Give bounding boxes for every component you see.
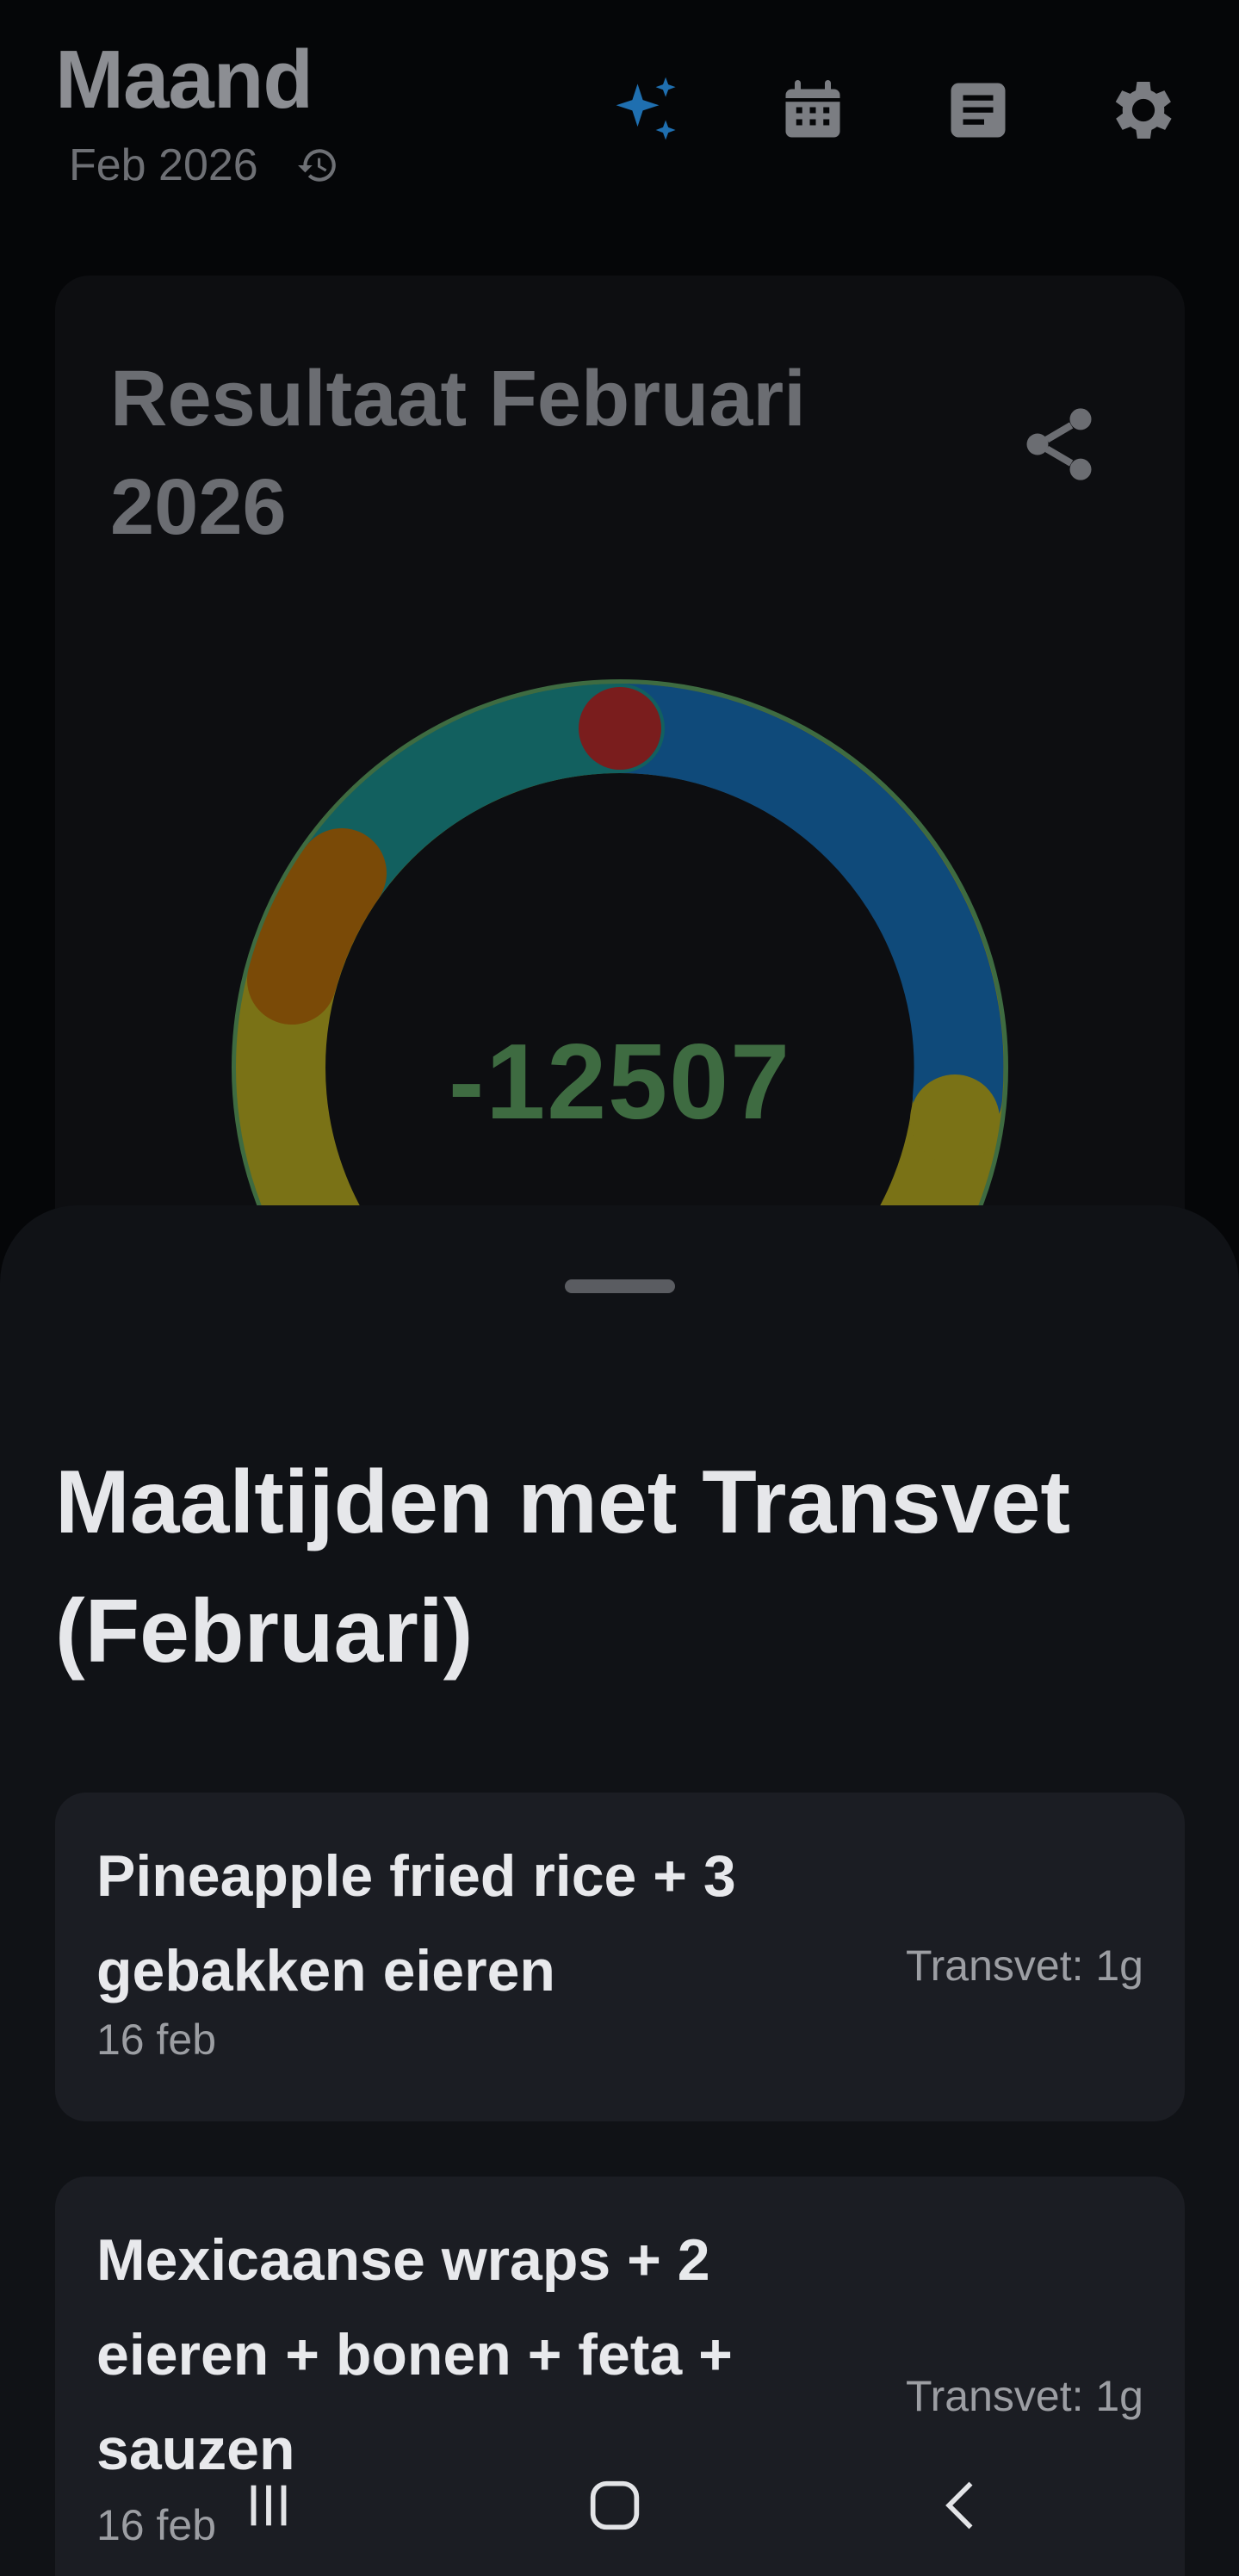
system-navbar [0, 2428, 1239, 2576]
bottom-sheet: Maaltijden met Transvet (Februari) Pinea… [0, 1205, 1239, 2576]
calendar-icon[interactable] [771, 69, 854, 152]
gear-icon[interactable] [1102, 69, 1185, 152]
notes-icon[interactable] [937, 69, 1019, 152]
meal-transfat: Transvet: 1g [905, 2372, 1143, 2420]
sparkle-icon[interactable] [606, 69, 689, 152]
meal-card[interactable]: Pineapple fried rice + 3 gebakken eieren… [55, 1793, 1185, 2121]
back-icon[interactable] [920, 2462, 1006, 2548]
meal-name: Pineapple fried rice + 3 gebakken eieren [96, 1843, 736, 2003]
home-icon[interactable] [572, 2462, 658, 2548]
drag-handle[interactable] [565, 1279, 675, 1293]
sheet-title: Maaltijden met Transvet (Februari) [55, 1452, 1071, 1681]
result-card: Resultaat Februari 2026 -12507 [55, 276, 1185, 1309]
month-label: Feb 2026 [69, 140, 258, 190]
history-icon[interactable] [296, 144, 339, 187]
page: Maand Feb 2026 Resultaat Februari 2026 -… [0, 0, 1239, 2576]
meal-date: 16 feb [96, 2016, 217, 2064]
header: Maand Feb 2026 [0, 0, 1239, 224]
result-ring [232, 679, 1008, 1309]
meal-transfat: Transvet: 1g [905, 1941, 1143, 1990]
page-title: Maand [55, 34, 313, 126]
month-selector[interactable]: Feb 2026 [69, 139, 339, 191]
ring-value: -12507 [448, 1023, 792, 1142]
recent-apps-icon[interactable] [226, 2462, 312, 2548]
